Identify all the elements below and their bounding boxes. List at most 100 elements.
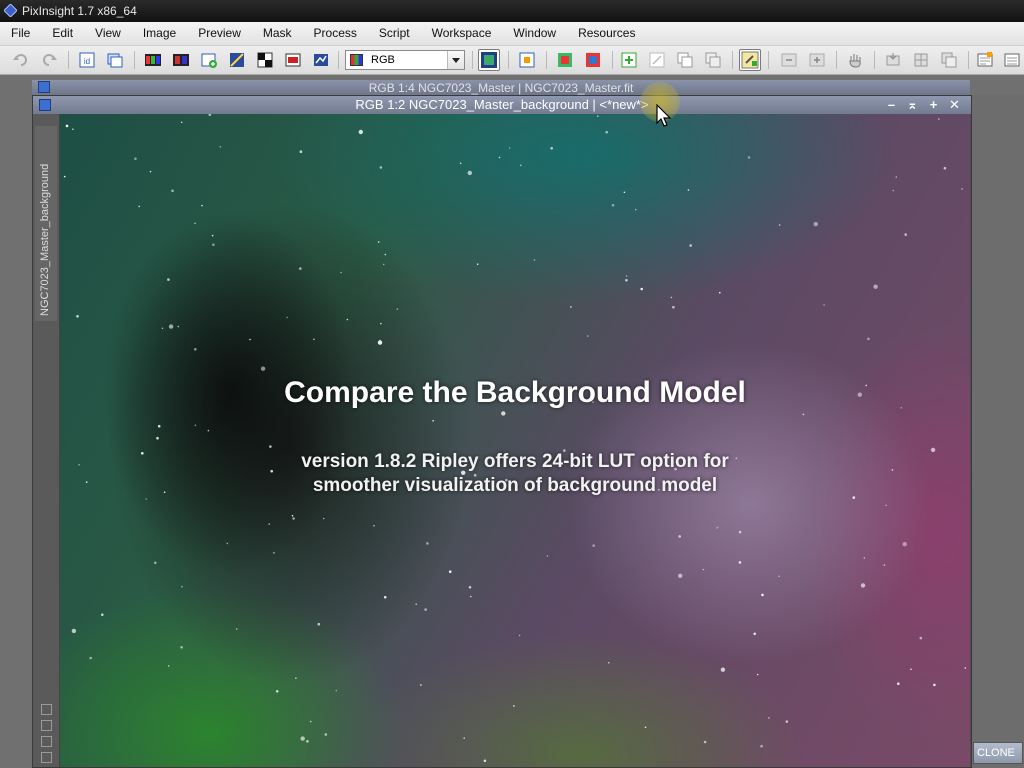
star [432,420,434,422]
rgb-channels-icon[interactable] [144,51,162,69]
menu-process[interactable]: Process [303,22,368,45]
star [65,124,69,128]
star [89,656,92,660]
zoom-out-icon[interactable] [808,51,826,69]
channel-select-value: RGB [371,54,395,66]
star [943,166,947,170]
view-side-tab[interactable]: NGC7023_Master_background [33,114,60,767]
shade-button[interactable]: ⌅ [902,96,923,114]
explorer-icon[interactable] [976,51,994,69]
star [292,517,295,520]
back-window-titlebar[interactable]: RGB 1:4 NGC7023_Master | NGC7023_Master.… [32,80,970,96]
image-window-titlebar[interactable]: RGB 1:2 NGC7023_Master_background | <*ne… [33,96,971,114]
star [85,481,88,483]
menu-file[interactable]: File [0,22,41,45]
star [163,491,166,494]
redo-icon[interactable] [40,51,58,69]
maximize-button[interactable]: + [923,96,944,114]
star [634,208,637,211]
clone-window-icon[interactable] [106,51,124,69]
duplicate-preview-icon[interactable] [676,51,694,69]
overlay-subtitle: version 1.8.2 Ripley offers 24-bit LUT o… [260,450,770,498]
star [761,593,764,597]
real-time-preview-icon[interactable] [312,51,330,69]
star [885,504,887,507]
menu-preview[interactable]: Preview [187,22,252,45]
screen-transfer-icon[interactable] [228,51,246,69]
toolbar-separator [508,51,509,69]
star [623,191,626,194]
star [207,429,210,432]
minimize-all-icon[interactable] [884,51,902,69]
star [910,668,912,671]
star [501,411,506,416]
star [377,241,380,243]
view-identifier-label: NGC7023_Master_background [39,163,51,316]
chevron-down-icon[interactable] [447,51,464,69]
zoom-fit-icon[interactable] [518,51,536,69]
star [785,720,789,723]
star [867,337,870,341]
star [324,733,328,736]
star [208,114,212,116]
image-viewport[interactable]: Compare the Background Model version 1.8… [60,114,970,767]
preview-red-icon[interactable] [556,51,574,69]
new-image-icon[interactable] [200,51,218,69]
new-preview-icon[interactable] [620,51,638,69]
mask-icon[interactable] [284,51,302,69]
star [379,166,383,169]
process-console-icon[interactable] [1003,51,1021,69]
star [157,424,161,428]
menu-mask[interactable]: Mask [252,22,303,45]
tile-windows-icon[interactable] [912,51,930,69]
24-bit-lut-icon[interactable] [478,49,500,71]
preview-compare-icon[interactable] [584,51,602,69]
menu-edit[interactable]: Edit [41,22,84,45]
star [586,335,589,337]
view-identifier-tab[interactable]: NGC7023_Master_background [35,126,57,321]
minimize-button[interactable]: – [881,96,902,114]
star [508,147,511,149]
star [379,339,381,342]
mask-link-icon[interactable] [41,736,52,747]
menu-script[interactable]: Script [368,22,421,45]
star [358,129,363,135]
star [678,535,681,538]
star [346,318,349,321]
arrow-icon[interactable] [41,720,52,731]
star [597,115,599,117]
star [964,667,967,669]
delete-preview-icon[interactable] [704,51,722,69]
pan-hand-icon[interactable] [846,51,864,69]
undo-icon[interactable] [12,51,30,69]
star [161,327,164,330]
close-button[interactable]: ✕ [944,96,965,114]
arrow-icon[interactable] [41,704,52,715]
star [938,118,940,120]
star [738,530,742,534]
clone-button[interactable]: CLONE [973,742,1023,764]
edit-preview-icon[interactable] [648,51,666,69]
image-window[interactable]: RGB 1:2 NGC7023_Master_background | <*ne… [32,95,972,768]
star [778,224,781,226]
menu-resources[interactable]: Resources [567,22,646,45]
menu-view[interactable]: View [84,22,132,45]
window-controls: – ⌅ + ✕ [881,96,965,114]
menu-window[interactable]: Window [502,22,567,45]
menu-workspace[interactable]: Workspace [421,22,503,45]
image-identifier-icon[interactable]: id [78,51,96,69]
mask-toggle-icon[interactable] [256,51,274,69]
cascade-windows-icon[interactable] [940,51,958,69]
menu-image[interactable]: Image [132,22,187,45]
star [753,632,756,636]
star [533,259,536,261]
overlay-subtitle-line: smoother visualization of background mod… [312,475,718,496]
luminance-icon[interactable] [172,51,190,69]
channel-select[interactable]: RGB [345,50,465,70]
zoom-box-icon[interactable] [41,752,52,763]
star [299,150,303,153]
readout-mode-icon[interactable] [739,49,761,71]
zoom-in-icon[interactable] [780,51,798,69]
star [678,573,683,578]
star [101,613,104,616]
